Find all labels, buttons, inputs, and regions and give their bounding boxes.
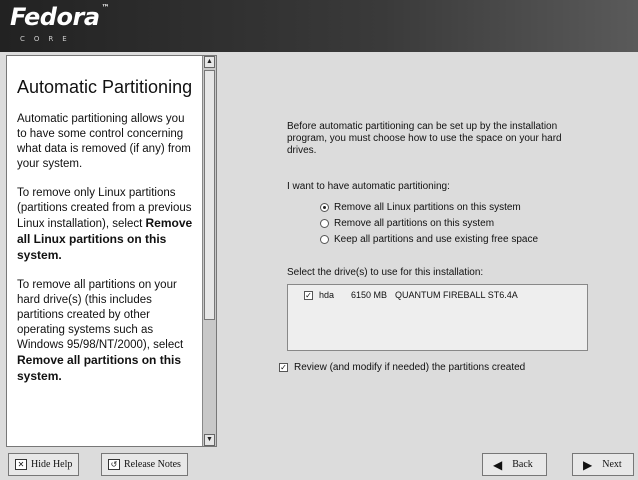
drive-model: QUANTUM FIREBALL ST6.4A bbox=[395, 290, 518, 300]
help-text: To remove all partitions on your hard dr… bbox=[17, 279, 184, 351]
list-item[interactable]: ✓ hda 6150 MB QUANTUM FIREBALL ST6.4A bbox=[288, 285, 587, 300]
review-checkbox[interactable]: ✓ bbox=[279, 363, 288, 372]
drives-label: Select the drive(s) to use for this inst… bbox=[287, 267, 484, 278]
scroll-up-arrow-icon[interactable]: ▲ bbox=[204, 56, 215, 68]
intro-text: Before automatic partitioning can be set… bbox=[287, 121, 562, 156]
main-panel: Before automatic partitioning can be set… bbox=[225, 55, 638, 447]
help-paragraph-intro: Automatic partitioning allows you to hav… bbox=[17, 113, 191, 170]
fedora-logo: Fedora ™ bbox=[10, 3, 109, 31]
drives-list: ✓ hda 6150 MB QUANTUM FIREBALL ST6.4A bbox=[287, 284, 588, 351]
logo-subtitle: CORE bbox=[20, 35, 76, 43]
back-button[interactable]: ◀ Back bbox=[482, 453, 547, 476]
hide-help-button[interactable]: ✕ Hide Help bbox=[8, 453, 80, 476]
scroll-down-arrow-icon[interactable]: ▼ bbox=[204, 434, 215, 446]
radio-button[interactable] bbox=[320, 218, 329, 228]
review-option[interactable]: ✓ Review (and modify if needed) the part… bbox=[279, 362, 525, 373]
scroll-thumb[interactable] bbox=[204, 70, 215, 320]
trademark-mark: ™ bbox=[101, 3, 110, 12]
button-label: Next bbox=[602, 459, 622, 470]
document-icon: ↺ bbox=[108, 459, 120, 470]
option-label: Keep all partitions and use existing fre… bbox=[334, 233, 539, 245]
help-paragraph-linux: To remove only Linux partitions (partiti… bbox=[17, 186, 194, 264]
help-bold-option: Remove all partitions on this system. bbox=[17, 353, 182, 383]
option-remove-linux[interactable]: Remove all Linux partitions on this syst… bbox=[320, 199, 538, 215]
drive-size: 6150 MB bbox=[351, 290, 388, 300]
button-label: Hide Help bbox=[31, 459, 73, 470]
header-banner: Fedora ™ CORE bbox=[0, 0, 638, 52]
partitioning-options: Remove all Linux partitions on this syst… bbox=[320, 199, 538, 247]
release-notes-button[interactable]: ↺ Release Notes bbox=[101, 453, 188, 476]
brand-name: Fedora bbox=[10, 3, 100, 31]
back-arrow-icon: ◀ bbox=[493, 457, 503, 472]
drive-name: hda bbox=[319, 290, 335, 300]
help-panel: Automatic Partitioning Automatic partiti… bbox=[6, 55, 217, 447]
radio-button-selected[interactable] bbox=[320, 202, 329, 212]
help-content: Automatic Partitioning Automatic partiti… bbox=[7, 56, 202, 446]
option-label: Remove all Linux partitions on this syst… bbox=[334, 201, 521, 213]
button-label: Back bbox=[512, 459, 533, 470]
drive-checkbox[interactable]: ✓ bbox=[304, 290, 313, 300]
option-keep-all[interactable]: Keep all partitions and use existing fre… bbox=[320, 231, 538, 247]
next-button[interactable]: ▶ Next bbox=[572, 453, 634, 476]
button-bar: ✕ Hide Help ↺ Release Notes ◀ Back ▶ Nex… bbox=[0, 450, 638, 480]
option-remove-all[interactable]: Remove all partitions on this system bbox=[320, 215, 538, 231]
help-scrollbar[interactable]: ▲ ▼ bbox=[202, 56, 216, 446]
next-arrow-icon: ▶ bbox=[583, 457, 593, 472]
partitioning-question: I want to have automatic partitioning: bbox=[287, 181, 450, 192]
help-title: Automatic Partitioning bbox=[17, 77, 193, 97]
help-toggle-icon: ✕ bbox=[15, 459, 27, 470]
radio-button[interactable] bbox=[320, 234, 329, 244]
button-label: Release Notes bbox=[124, 459, 181, 470]
option-label: Remove all partitions on this system bbox=[334, 217, 495, 229]
review-label: Review (and modify if needed) the partit… bbox=[294, 362, 526, 373]
help-paragraph-all: To remove all partitions on your hard dr… bbox=[17, 278, 194, 385]
